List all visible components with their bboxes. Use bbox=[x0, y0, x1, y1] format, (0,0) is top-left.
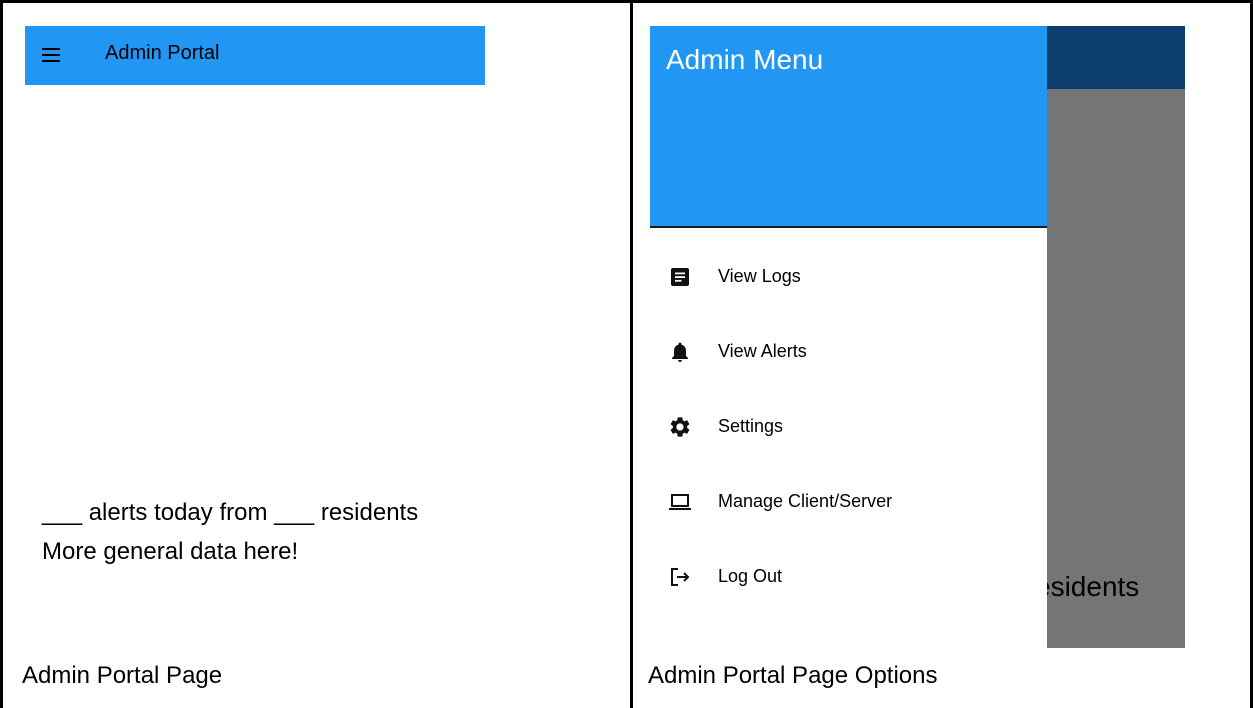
navigation-drawer: Admin Menu View Logs View Alerts Setting… bbox=[650, 26, 1047, 648]
frame-left-border bbox=[0, 0, 3, 708]
frame-divider bbox=[630, 0, 633, 708]
app-bar: Admin Portal bbox=[25, 26, 485, 85]
drawer-item-label: Settings bbox=[718, 416, 784, 436]
hamburger-menu-icon[interactable] bbox=[42, 44, 64, 66]
bell-icon bbox=[668, 340, 692, 364]
drawer-item-label: View Logs bbox=[718, 266, 801, 286]
document-icon bbox=[668, 265, 692, 289]
admin-portal-page-caption: Admin Portal Page bbox=[22, 662, 223, 689]
admin-portal-page-options-caption: Admin Portal Page Options bbox=[648, 662, 938, 689]
drawer-item-log-out[interactable]: Log Out bbox=[650, 549, 1047, 605]
frame-top-border bbox=[0, 0, 1253, 3]
drawer-item-label: Manage Client/Server bbox=[718, 491, 893, 511]
drawer-item-settings[interactable]: Settings bbox=[650, 399, 1047, 455]
drawer-item-manage-client-server[interactable]: Manage Client/Server bbox=[650, 474, 1047, 530]
logout-icon bbox=[668, 565, 692, 589]
alerts-summary-text: ___ alerts today from ___ residents bbox=[42, 499, 419, 526]
laptop-icon bbox=[668, 490, 692, 514]
drawer-item-label: Log Out bbox=[718, 566, 783, 586]
drawer-item-view-logs[interactable]: View Logs bbox=[650, 249, 1047, 305]
drawer-scrim[interactable]: esidents bbox=[1047, 89, 1185, 648]
dimmed-background-text: esidents bbox=[1047, 571, 1140, 602]
dimmed-app-bar bbox=[1047, 26, 1185, 89]
drawer-header: Admin Menu bbox=[650, 26, 1047, 228]
app-bar-title: Admin Portal bbox=[105, 42, 220, 64]
general-data-text: More general data here! bbox=[42, 538, 299, 565]
drawer-title: Admin Menu bbox=[666, 44, 824, 75]
drawer-item-view-alerts[interactable]: View Alerts bbox=[650, 324, 1047, 380]
drawer-item-label: View Alerts bbox=[718, 341, 807, 361]
gear-icon bbox=[668, 415, 692, 439]
